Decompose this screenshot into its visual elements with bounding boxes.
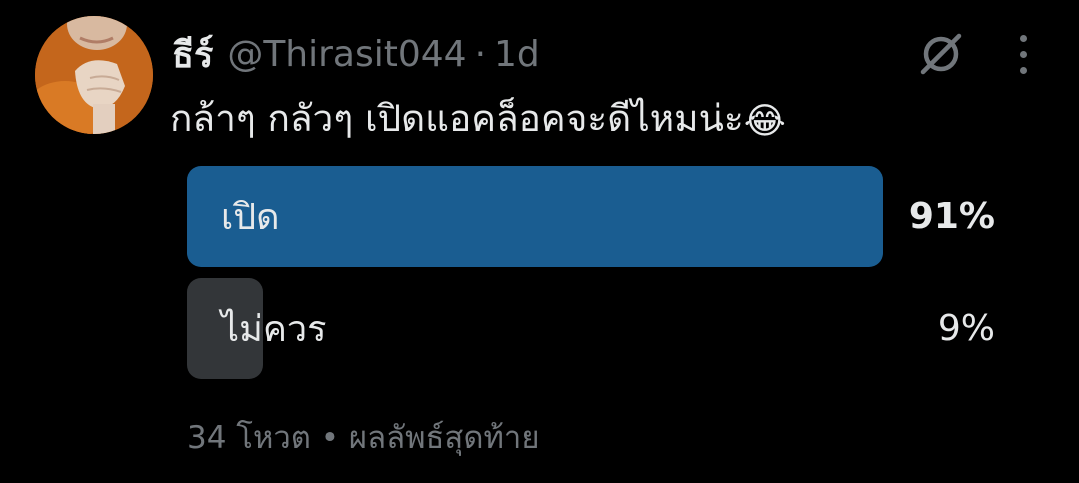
poll-option-open[interactable]: เปิด 91% <box>187 166 995 267</box>
poll-bar <box>187 166 883 267</box>
poll-option-percent: 9% <box>937 308 995 349</box>
poll-option-percent: 91% <box>908 196 995 237</box>
tweet-header: ธีร์ @Thirasit044 · 1d <box>172 30 540 78</box>
header-separator: · <box>474 33 487 75</box>
author-handle[interactable]: @Thirasit044 <box>227 34 466 75</box>
tweet-text-body: กล้าๆ กลัวๆ เปิดแอคล็อคจะดีไหมน่ะ <box>170 97 744 140</box>
poll-footer: 34 โหวต • ผลลัพธ์สุดท้าย <box>187 420 540 456</box>
more-dot <box>1019 34 1027 42</box>
more-dot <box>1019 50 1027 58</box>
avatar[interactable] <box>35 16 153 134</box>
grok-icon[interactable] <box>915 28 967 80</box>
tweet-text: กล้าๆ กลัวๆ เปิดแอคล็อคจะดีไหมน่ะ😂 <box>170 95 786 146</box>
more-dot <box>1019 66 1027 74</box>
poll-option-label: ไม่ควร <box>221 309 327 350</box>
tweet-timestamp[interactable]: 1d <box>494 34 540 75</box>
more-icon[interactable] <box>1006 30 1040 78</box>
laughing-tears-emoji-icon: 😂 <box>743 101 786 142</box>
poll-option-should-not[interactable]: ไม่ควร 9% <box>187 278 995 379</box>
author-display-name[interactable]: ธีร์ <box>172 26 213 83</box>
poll-option-label: เปิด <box>221 197 280 238</box>
